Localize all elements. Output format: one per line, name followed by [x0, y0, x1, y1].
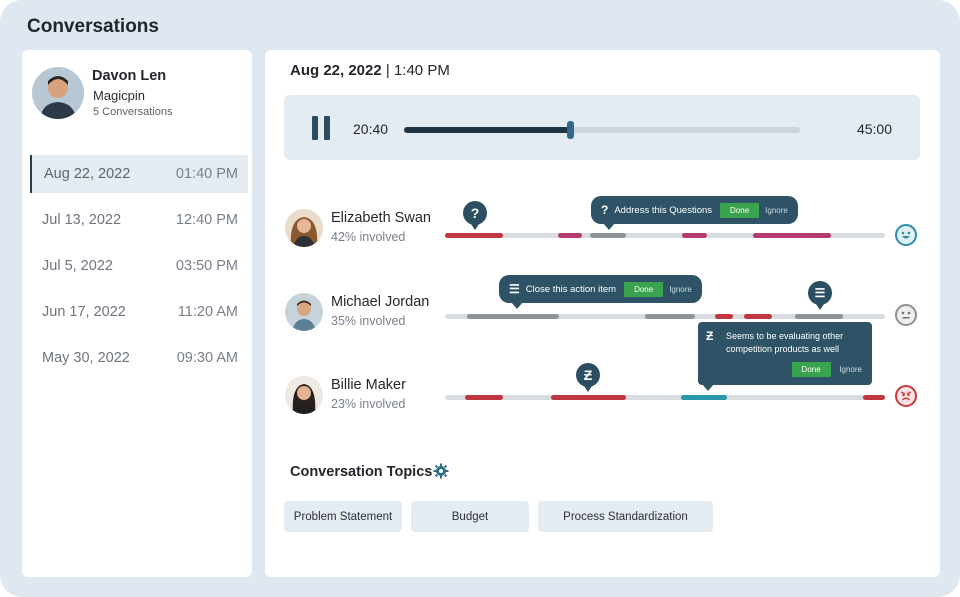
timeline-segment[interactable] [753, 233, 831, 238]
timeline-segment[interactable] [744, 314, 772, 319]
contact-avatar [32, 67, 84, 119]
timeline-segment[interactable] [551, 395, 626, 400]
question-tooltip: ? Address this Questions Done Ignore [591, 196, 798, 230]
conversation-time: 12:40 PM [175, 212, 238, 228]
speaker-avatar [285, 376, 323, 414]
timeline-segment[interactable] [465, 395, 503, 400]
conversation-list: Aug 22, 2022 01:40 PM Jul 13, 2022 12:40… [30, 155, 248, 385]
conversation-item[interactable]: Jul 5, 2022 03:50 PM [30, 247, 248, 285]
speaker-involvement: 35% involved [331, 314, 406, 328]
tooltip-actions: Done Ignore [784, 362, 862, 377]
tooltip-text: Address this Questions [614, 204, 713, 216]
timeline-segment[interactable] [445, 233, 503, 238]
pause-button[interactable] [312, 116, 332, 140]
conversation-date: May 30, 2022 [42, 350, 130, 366]
page-title: Conversations [27, 16, 159, 37]
neutral-face-icon [895, 304, 917, 326]
competitor-tooltip: Ƶ Seems to be evaluating other competiti… [698, 322, 872, 391]
conversation-date: Aug 22, 2022 [44, 166, 131, 182]
timeline-segment[interactable] [795, 314, 843, 319]
recording-time: 1:40 PM [393, 62, 450, 79]
done-button[interactable]: Done [720, 202, 760, 218]
app-frame: Conversations Davon Len Magicpin 5 Conve… [0, 0, 960, 597]
timeline-segment[interactable] [467, 314, 559, 319]
timeline-segment[interactable] [558, 233, 582, 238]
conversation-item[interactable]: Aug 22, 2022 01:40 PM [30, 155, 248, 193]
conversation-item[interactable]: Jul 13, 2022 12:40 PM [30, 201, 248, 239]
happy-face-icon [895, 224, 917, 246]
tooltip-text: Close this action item [525, 283, 617, 295]
recording-date: Aug 22, 2022 [290, 62, 382, 79]
action-item-tooltip: ☰ Close this action item Done Ignore [499, 275, 702, 309]
timeline-segment[interactable] [681, 395, 727, 400]
timeline-segment[interactable] [645, 314, 695, 319]
recording-header: Aug 22, 2022 | 1:40 PM [290, 62, 450, 79]
conversation-date: Jun 17, 2022 [42, 304, 126, 320]
total-time: 45:00 [856, 121, 892, 137]
speaker-avatar [285, 293, 323, 331]
header-separator: | [381, 62, 394, 79]
timeline-segment[interactable] [682, 233, 707, 238]
progress-fill [404, 127, 571, 133]
topic-chip[interactable]: Budget [411, 501, 529, 532]
list-icon: ☰ [509, 282, 520, 296]
timeline-segment[interactable] [715, 314, 733, 319]
conversation-item[interactable]: Jun 17, 2022 11:20 AM [30, 293, 248, 331]
conversation-date: Jul 13, 2022 [42, 212, 122, 228]
progress-handle[interactable] [567, 121, 575, 139]
speaker-avatar [285, 209, 323, 247]
timeline-segment[interactable] [863, 395, 885, 400]
contact-name: Davon Len [92, 68, 167, 84]
topics-title: Conversation Topics [290, 464, 433, 480]
done-button[interactable]: Done [791, 362, 831, 377]
speaker-name: Elizabeth Swan [331, 210, 431, 226]
conversation-detail: Aug 22, 2022 | 1:40 PM 20:40 45:00 Eliza… [265, 50, 940, 577]
competitor-marker-icon[interactable]: Ƶ [576, 363, 600, 392]
speaker-involvement: 42% involved [331, 230, 406, 244]
speaker-name: Billie Maker [331, 377, 406, 393]
speaker-involvement: 23% involved [331, 397, 406, 411]
topic-chip[interactable]: Problem Statement [284, 501, 402, 532]
speaker-timeline[interactable] [445, 233, 885, 238]
angry-face-icon [895, 385, 917, 407]
speaker-timeline[interactable] [445, 314, 885, 319]
progress-track[interactable] [404, 121, 800, 139]
speaker-name: Michael Jordan [331, 294, 430, 310]
done-button[interactable]: Done [624, 281, 664, 297]
timeline-segment[interactable] [590, 233, 626, 238]
audio-player: 20:40 45:00 [284, 95, 920, 160]
ignore-button[interactable]: Ignore [765, 206, 788, 215]
contact-company: Magicpin [93, 88, 146, 103]
ignore-button[interactable]: Ignore [669, 285, 692, 294]
current-time: 20:40 [353, 121, 389, 137]
conversation-count: 5 Conversations [93, 106, 173, 118]
conversation-time: 09:30 AM [176, 350, 238, 366]
ignore-button[interactable]: Ignore [839, 365, 862, 374]
competitor-icon: Ƶ [706, 329, 714, 343]
conversation-item[interactable]: May 30, 2022 09:30 AM [30, 339, 248, 377]
action-marker-icon[interactable]: ☰ [808, 281, 832, 310]
conversation-time: 01:40 PM [175, 166, 238, 182]
question-marker-icon[interactable]: ? [463, 201, 487, 230]
tooltip-text: Seems to be evaluating other competition… [726, 331, 844, 354]
topic-list: Problem Statement Budget Process Standar… [284, 501, 713, 532]
conversation-time: 11:20 AM [177, 304, 238, 320]
gear-icon[interactable] [433, 463, 449, 479]
pause-icon [312, 116, 318, 140]
question-icon: ? [601, 203, 609, 217]
topic-chip[interactable]: Process Standardization [538, 501, 713, 532]
conversation-date: Jul 5, 2022 [42, 258, 113, 274]
conversation-time: 03:50 PM [175, 258, 238, 274]
speaker-timeline[interactable] [445, 395, 885, 400]
conversation-sidebar: Davon Len Magicpin 5 Conversations Aug 2… [22, 50, 252, 577]
